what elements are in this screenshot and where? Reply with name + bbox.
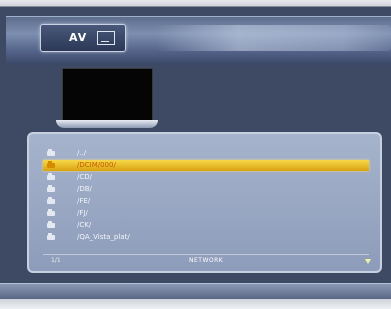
list-item-label: /CD/ — [77, 173, 92, 181]
list-item-label: /FE/ — [77, 197, 91, 205]
screen-bottom-edge — [0, 299, 391, 309]
list-item[interactable]: /QA_Vista_plat/ — [43, 232, 369, 243]
folder-icon — [47, 149, 55, 156]
folder-icon — [47, 209, 55, 216]
list-item-label: /FJ/ — [77, 209, 88, 217]
menu-highlight-strip — [156, 25, 391, 51]
list-item-label: /QA_Vista_plat/ — [77, 233, 130, 241]
arrow-down-icon[interactable] — [365, 259, 371, 264]
file-browser-panel: /../ /DCIM/000/ /CD/ /DB/ /FE/ /FJ/ /CK/… — [27, 132, 382, 273]
list-item[interactable]: /FJ/ — [43, 208, 369, 219]
folder-icon — [47, 233, 55, 240]
list-item[interactable]: /CK/ — [43, 220, 369, 231]
list-item-label: /CK/ — [77, 221, 92, 229]
tab-av[interactable]: AV — [40, 24, 126, 52]
list-item[interactable]: /DB/ — [43, 184, 369, 195]
folder-icon — [47, 221, 55, 228]
list-item-selected[interactable]: /DCIM/000/ — [43, 160, 369, 171]
folder-icon — [47, 161, 55, 168]
folder-icon — [47, 185, 55, 192]
folder-icon — [47, 173, 55, 180]
tab-av-label: AV — [69, 31, 88, 44]
list-item[interactable]: /../ — [43, 148, 369, 159]
folder-icon — [47, 197, 55, 204]
list-item-label: /DCIM/000/ — [77, 161, 116, 169]
page-number: 1/1 — [51, 257, 61, 264]
bottom-bar — [0, 283, 391, 300]
list-item[interactable]: /CD/ — [43, 172, 369, 183]
preview-window — [62, 68, 153, 122]
list-item-label: /DB/ — [77, 185, 92, 193]
preview-stand — [56, 120, 158, 128]
video-monitor-icon — [97, 31, 115, 45]
source-label: NETWORK — [189, 257, 224, 264]
divider — [43, 254, 369, 255]
list-item[interactable]: /FE/ — [43, 196, 369, 207]
list-item-label: /../ — [77, 149, 87, 157]
